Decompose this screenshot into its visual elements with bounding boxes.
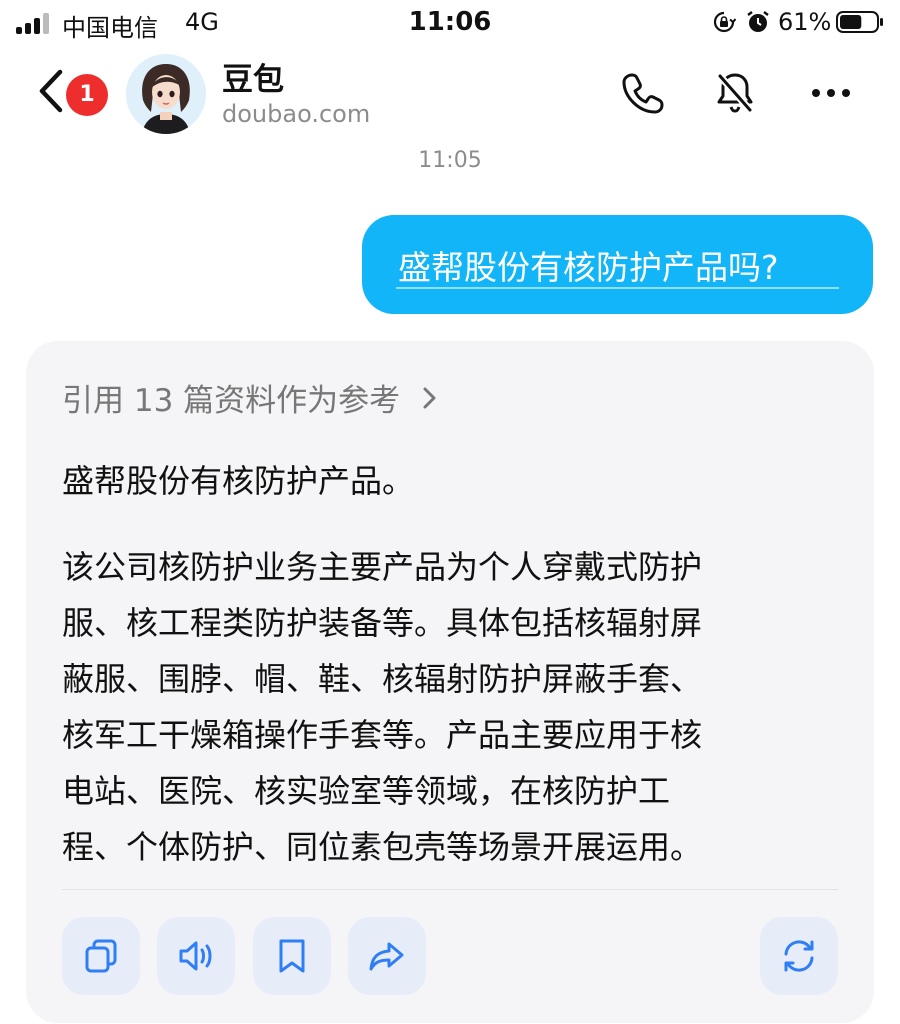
answer-line: 该公司核防护业务主要产品为个人穿戴式防护	[62, 548, 703, 586]
answer-body: 该公司核防护业务主要产品为个人穿戴式防护 服、核工程类防护装备等。具体包括核辐射…	[62, 539, 822, 875]
read-aloud-button[interactable]	[157, 917, 235, 995]
status-bar: 中国电信 4G 11:06 61%	[0, 0, 900, 46]
battery-percent: 61%	[778, 8, 832, 36]
references-label: 引用 13 篇资料作为参考	[62, 383, 401, 419]
answer-summary: 盛帮股份有核防护产品。	[62, 462, 415, 500]
user-message-text[interactable]: 盛帮股份有核防护产品吗?	[398, 241, 779, 289]
contact-name: 豆包	[222, 62, 284, 98]
bookmark-icon	[279, 939, 305, 973]
answer-line: 服、核工程类防护装备等。具体包括核辐射屏	[62, 604, 703, 642]
answer-line: 程、个体防护、同位素包壳等场景开展运用。	[62, 828, 703, 866]
battery-icon	[836, 11, 883, 33]
contact-subtitle: doubao.com	[222, 100, 371, 128]
speaker-icon	[179, 941, 212, 971]
user-message-bubble[interactable]: 盛帮股份有核防护产品吗?	[362, 215, 873, 314]
avatar[interactable]	[126, 54, 206, 134]
mute-icon[interactable]	[712, 70, 758, 116]
chat-header: 1 豆包 doubao.com	[0, 46, 900, 146]
share-icon	[369, 942, 404, 971]
unread-badge[interactable]: 1	[66, 74, 108, 116]
rotation-lock-icon	[713, 11, 736, 33]
copy-icon	[85, 939, 117, 973]
divider	[62, 889, 838, 890]
copy-button[interactable]	[62, 917, 140, 995]
user-message-underline	[396, 287, 839, 289]
alarm-icon	[747, 11, 769, 32]
more-icon[interactable]	[808, 70, 854, 116]
assistant-reply-card: 引用 13 篇资料作为参考 盛帮股份有核防护产品。 该公司核防护业务主要产品为个…	[26, 341, 874, 1023]
answer-line: 电站、医院、核实验室等领域，在核防护工	[62, 772, 671, 810]
back-chevron-icon[interactable]	[34, 68, 70, 114]
bookmark-button[interactable]	[253, 917, 331, 995]
answer-line: 蔽服、围脖、帽、鞋、核辐射防护屏蔽手套、	[62, 660, 703, 698]
share-button[interactable]	[348, 917, 426, 995]
references-link[interactable]: 引用 13 篇资料作为参考	[62, 375, 440, 420]
regenerate-button[interactable]	[760, 917, 838, 995]
chevron-right-icon	[423, 387, 436, 408]
phone-icon[interactable]	[620, 70, 666, 116]
answer-line: 核军工干燥箱操作手套等。产品主要应用于核	[62, 716, 703, 754]
regenerate-icon	[784, 940, 814, 972]
message-timestamp: 11:05	[418, 148, 482, 173]
